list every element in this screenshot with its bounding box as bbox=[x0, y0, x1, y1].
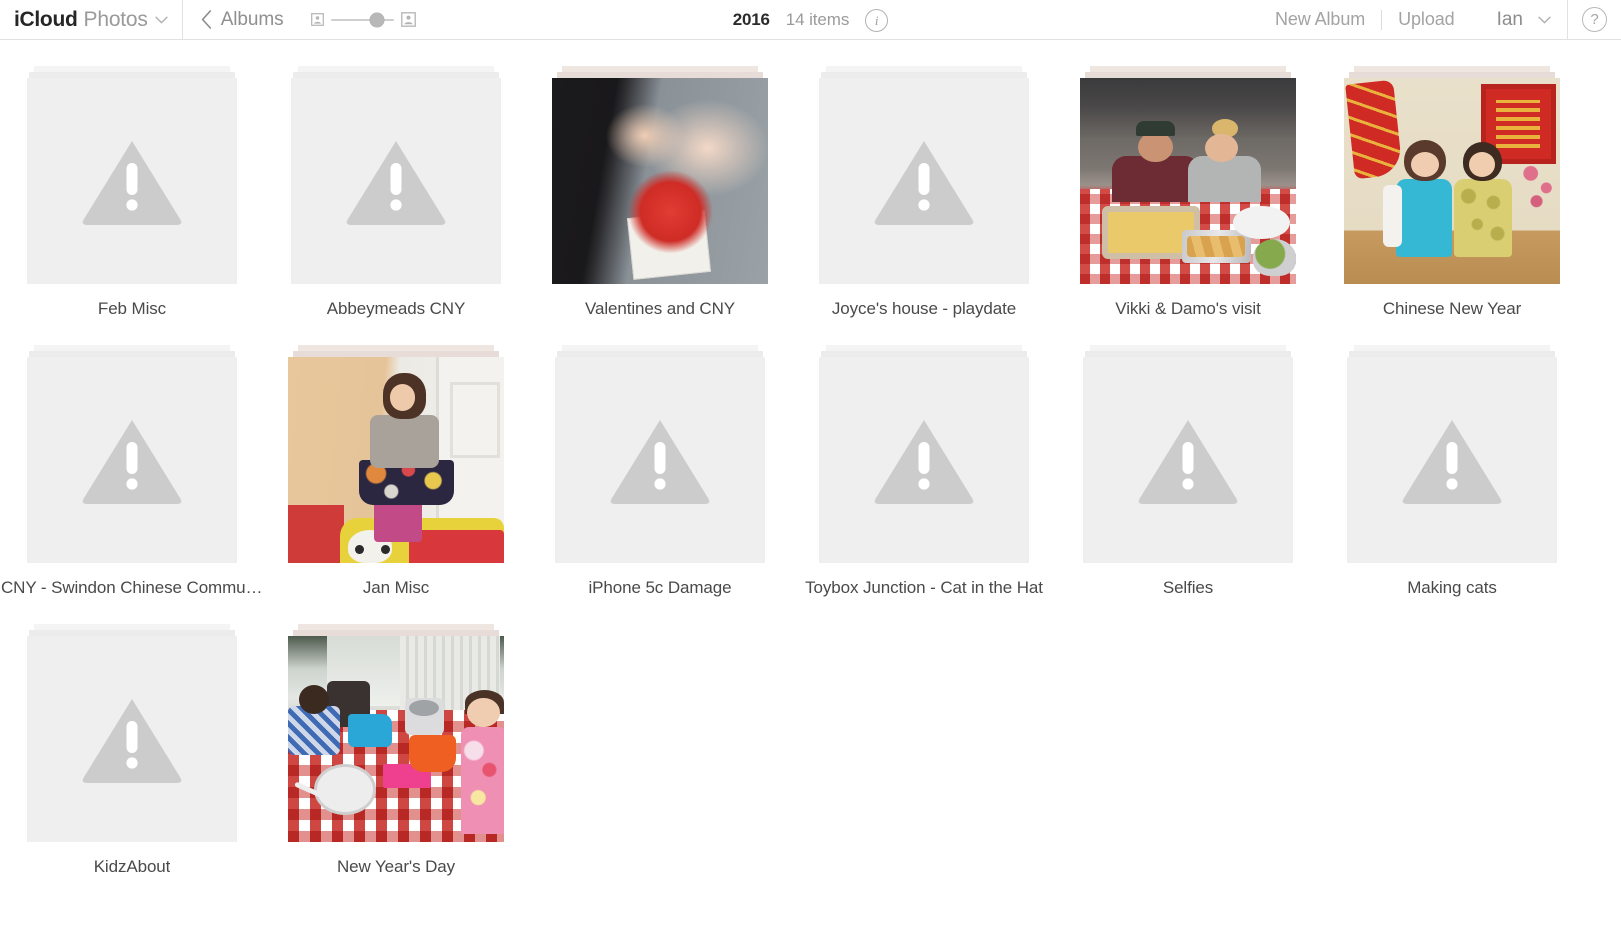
account-name-label: Ian bbox=[1496, 8, 1523, 30]
slider-knob[interactable] bbox=[370, 12, 385, 27]
album-item[interactable]: Vikki & Damo's visit bbox=[1056, 40, 1320, 319]
album-cover-stack[interactable] bbox=[288, 345, 504, 563]
album-item[interactable]: Joyce's house - playdate bbox=[792, 40, 1056, 319]
year-label: 2016 bbox=[732, 10, 770, 29]
album-cover-stack[interactable] bbox=[24, 66, 240, 284]
album-cover-stack[interactable] bbox=[816, 345, 1032, 563]
brand-icloud-label: iCloud bbox=[14, 7, 78, 31]
album-grid: Feb Misc Abbeymeads CNY Valentines and CNY… bbox=[0, 40, 1621, 877]
album-label: Selfies bbox=[1162, 578, 1214, 597]
album-item[interactable]: KidzAbout bbox=[0, 598, 264, 877]
album-item[interactable]: Selfies bbox=[1056, 319, 1320, 598]
album-label: New Year's Day bbox=[336, 857, 456, 876]
album-cover-photo[interactable] bbox=[1080, 78, 1296, 284]
album-cover-stack[interactable] bbox=[288, 66, 504, 284]
app-toolbar: iCloud Photos Albums 2016 14 items i New… bbox=[0, 0, 1621, 40]
album-item[interactable]: iPhone 5c Damage bbox=[528, 319, 792, 598]
album-label: Jan Misc bbox=[362, 578, 430, 597]
album-cover-stack[interactable] bbox=[1344, 345, 1560, 563]
album-cover-photo[interactable] bbox=[288, 636, 504, 842]
album-cover-stack[interactable] bbox=[552, 66, 768, 284]
slider-track[interactable] bbox=[331, 12, 395, 27]
chevron-down-icon bbox=[1538, 16, 1551, 24]
album-item[interactable]: Making cats bbox=[1320, 319, 1584, 598]
album-row: KidzAbout New Year's Day bbox=[0, 598, 1621, 877]
info-icon[interactable]: i bbox=[865, 8, 889, 32]
album-item[interactable]: Abbeymeads CNY bbox=[264, 40, 528, 319]
album-cover-stack[interactable] bbox=[816, 66, 1032, 284]
new-album-button[interactable]: New Album bbox=[1259, 9, 1381, 30]
album-item[interactable]: New Year's Day bbox=[264, 598, 528, 877]
album-label: Valentines and CNY bbox=[584, 299, 736, 318]
broken-image-warning-icon bbox=[82, 420, 182, 504]
album-label: Vikki & Damo's visit bbox=[1115, 299, 1261, 318]
album-label: Toybox Junction - Cat in the Hat bbox=[805, 578, 1043, 597]
large-thumbnail-icon[interactable] bbox=[401, 12, 417, 27]
album-item[interactable]: CNY - Swindon Chinese Communit... bbox=[0, 319, 264, 598]
broken-image-warning-icon bbox=[1402, 420, 1502, 504]
album-cover-placeholder[interactable] bbox=[819, 78, 1029, 284]
broken-image-warning-icon bbox=[874, 420, 974, 504]
account-menu[interactable]: Ian bbox=[1471, 9, 1567, 31]
album-cover-placeholder[interactable] bbox=[27, 357, 237, 563]
album-row: CNY - Swindon Chinese Communit... Jan Mis… bbox=[0, 319, 1621, 598]
slider-line bbox=[331, 18, 395, 21]
item-count-label: 14 items bbox=[785, 10, 850, 29]
album-item[interactable]: Feb Misc bbox=[0, 40, 264, 319]
broken-image-warning-icon bbox=[610, 420, 710, 504]
album-label: Joyce's house - playdate bbox=[831, 299, 1017, 318]
album-cover-stack[interactable] bbox=[24, 345, 240, 563]
album-cover-placeholder[interactable] bbox=[1083, 357, 1293, 563]
broken-image-warning-icon bbox=[82, 699, 182, 783]
broken-image-warning-icon bbox=[82, 141, 182, 225]
upload-button[interactable]: Upload bbox=[1382, 9, 1470, 30]
thumbnail-size-slider[interactable] bbox=[311, 12, 417, 27]
chevron-down-icon bbox=[155, 16, 168, 24]
album-label: Abbeymeads CNY bbox=[326, 299, 466, 318]
album-item[interactable]: Valentines and CNY bbox=[528, 40, 792, 319]
album-cover-placeholder[interactable] bbox=[291, 78, 501, 284]
album-label: Feb Misc bbox=[97, 299, 167, 318]
album-cover-placeholder[interactable] bbox=[1347, 357, 1557, 563]
album-row: Feb Misc Abbeymeads CNY Valentines and CNY… bbox=[0, 40, 1621, 319]
back-to-albums-label: Albums bbox=[220, 8, 284, 30]
album-label: Making cats bbox=[1407, 578, 1497, 597]
album-label: CNY - Swindon Chinese Communit... bbox=[1, 578, 263, 597]
album-cover-stack[interactable] bbox=[552, 345, 768, 563]
toolbar-actions: New Album Upload Ian ? bbox=[1259, 0, 1621, 40]
broken-image-warning-icon bbox=[346, 141, 446, 225]
album-label: Chinese New Year bbox=[1382, 299, 1522, 318]
album-cover-placeholder[interactable] bbox=[819, 357, 1029, 563]
album-label: iPhone 5c Damage bbox=[588, 578, 732, 597]
album-cover-stack[interactable] bbox=[24, 624, 240, 842]
album-cover-photo[interactable] bbox=[1344, 78, 1560, 284]
album-cover-stack[interactable] bbox=[1080, 66, 1296, 284]
chevron-left-icon bbox=[201, 10, 212, 29]
album-item[interactable]: Toybox Junction - Cat in the Hat bbox=[792, 319, 1056, 598]
album-label: KidzAbout bbox=[93, 857, 171, 876]
broken-image-warning-icon bbox=[874, 141, 974, 225]
album-cover-placeholder[interactable] bbox=[27, 78, 237, 284]
small-thumbnail-icon[interactable] bbox=[311, 13, 325, 26]
album-cover-photo[interactable] bbox=[552, 78, 768, 284]
album-cover-photo[interactable] bbox=[288, 357, 504, 563]
album-item[interactable]: Chinese New Year bbox=[1320, 40, 1584, 319]
album-cover-placeholder[interactable] bbox=[555, 357, 765, 563]
help-button[interactable]: ? bbox=[1568, 7, 1621, 32]
brand-menu[interactable]: iCloud Photos bbox=[0, 0, 183, 40]
album-cover-stack[interactable] bbox=[1080, 345, 1296, 563]
brand-app-label: Photos bbox=[83, 7, 148, 31]
album-item[interactable]: Jan Misc bbox=[264, 319, 528, 598]
help-icon: ? bbox=[1582, 7, 1607, 32]
back-to-albums-button[interactable]: Albums bbox=[201, 9, 284, 31]
album-cover-stack[interactable] bbox=[1344, 66, 1560, 284]
album-cover-placeholder[interactable] bbox=[27, 636, 237, 842]
album-cover-stack[interactable] bbox=[288, 624, 504, 842]
broken-image-warning-icon bbox=[1138, 420, 1238, 504]
